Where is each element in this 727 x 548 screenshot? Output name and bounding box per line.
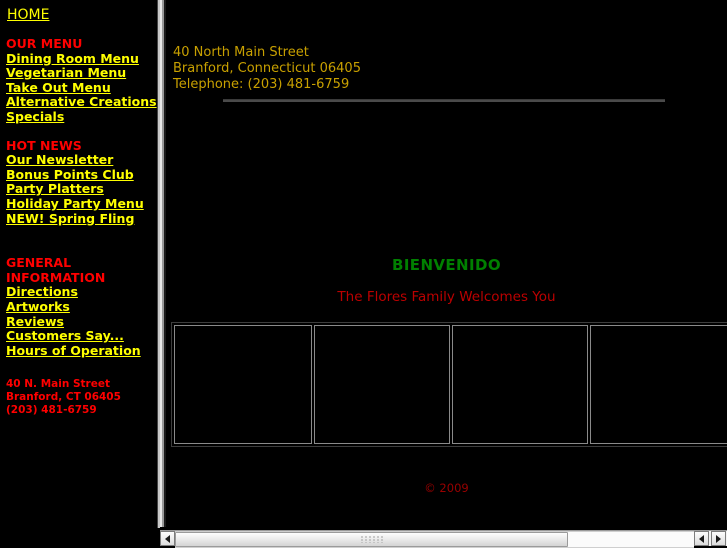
scroll-left-button-secondary[interactable]: [694, 531, 709, 546]
scrollbar-track[interactable]: [175, 531, 694, 548]
sidebar-group-our-menu: OUR MENU Dining Room Menu Vegetarian Men…: [0, 36, 157, 125]
scrollbar-button-group: [694, 531, 727, 546]
horizontal-scrollbar[interactable]: [160, 527, 727, 548]
sidebar-group-hot-news: HOT NEWS Our Newsletter Bonus Points Clu…: [0, 137, 156, 227]
arrow-left-icon: [165, 534, 170, 543]
scrollbar-grip-icon: [360, 536, 383, 543]
header-divider-rule: [223, 99, 665, 102]
sidebar-item-artworks[interactable]: Artworks: [0, 299, 156, 315]
gallery-cell[interactable]: [174, 325, 312, 444]
vertical-divider: [157, 0, 166, 528]
sidebar-item-reviews[interactable]: Reviews: [0, 314, 156, 330]
sidebar-item-holiday-party-menu[interactable]: Holiday Party Menu: [0, 196, 156, 212]
page-root: HOME OUR MENU Dining Room Menu Vegetaria…: [0, 0, 727, 548]
sidebar-contact-address: 40 N. Main Street Branford, CT 06405 (20…: [0, 378, 156, 417]
copyright-notice: © 2009: [424, 481, 469, 495]
sidebar-address-phone: (203) 481-6759: [6, 404, 97, 417]
page-title: BIENVENIDO: [391, 256, 501, 274]
scroll-left-button[interactable]: [160, 531, 175, 546]
sidebar-heading-our-menu: OUR MENU: [6, 36, 83, 51]
sidebar-item-hours-of-operation[interactable]: Hours of Operation: [0, 343, 156, 359]
gallery-cell[interactable]: [590, 325, 727, 444]
sidebar-navigation: HOME OUR MENU Dining Room Menu Vegetaria…: [0, 0, 157, 528]
sidebar-item-party-platters[interactable]: Party Platters: [0, 182, 156, 197]
sidebar-item-our-newsletter[interactable]: Our Newsletter: [0, 153, 156, 168]
gallery-cell[interactable]: [452, 325, 589, 444]
header-address-street: 40 North Main Street: [173, 45, 309, 60]
sidebar-item-bonus-points-club[interactable]: Bonus Points Club: [0, 167, 156, 183]
sidebar-item-directions[interactable]: Directions: [0, 285, 156, 300]
header-address-telephone: Telephone: (203) 481-6759: [173, 77, 350, 93]
sidebar-item-customers-say[interactable]: Customers Say...: [0, 328, 156, 344]
sidebar-item-new-spring-fling[interactable]: NEW! Spring Fling: [0, 211, 156, 227]
sidebar-item-specials[interactable]: Specials: [0, 109, 156, 125]
sidebar-heading-information: INFORMATION: [6, 269, 106, 285]
sidebar-item-take-out-menu[interactable]: Take Out Menu: [0, 80, 156, 96]
sidebar-group-general-information: GENERAL INFORMATION Directions Artworks …: [0, 256, 156, 358]
header-address-city: Branford, Connecticut 06405: [173, 61, 361, 77]
gallery-cell[interactable]: [313, 325, 450, 444]
scroll-right-button[interactable]: [711, 531, 726, 546]
arrow-right-icon: [716, 534, 721, 543]
sidebar-item-alternative-creations[interactable]: Alternative Creations: [0, 95, 157, 110]
sidebar-heading-hot-news: HOT NEWS: [6, 137, 82, 153]
sidebar-address-street: 40 N. Main Street: [6, 378, 110, 391]
sidebar-item-dining-room-menu[interactable]: Dining Room Menu: [0, 51, 156, 67]
arrow-left-icon: [699, 534, 704, 543]
sidebar-item-home[interactable]: HOME: [0, 7, 156, 23]
gallery-table: [171, 322, 727, 447]
sidebar-item-vegetarian-menu[interactable]: Vegetarian Menu: [0, 66, 156, 81]
scrollbar-inner: [160, 530, 727, 548]
welcome-subtitle: The Flores Family Welcomes You: [337, 289, 556, 305]
sidebar-heading-general: GENERAL: [6, 255, 72, 271]
header-address-block: 40 North Main Street Branford, Connectic…: [173, 45, 361, 94]
main-content: 40 North Main Street Branford, Connectic…: [166, 0, 727, 528]
sidebar-address-city: Branford, CT 06405: [6, 391, 121, 404]
